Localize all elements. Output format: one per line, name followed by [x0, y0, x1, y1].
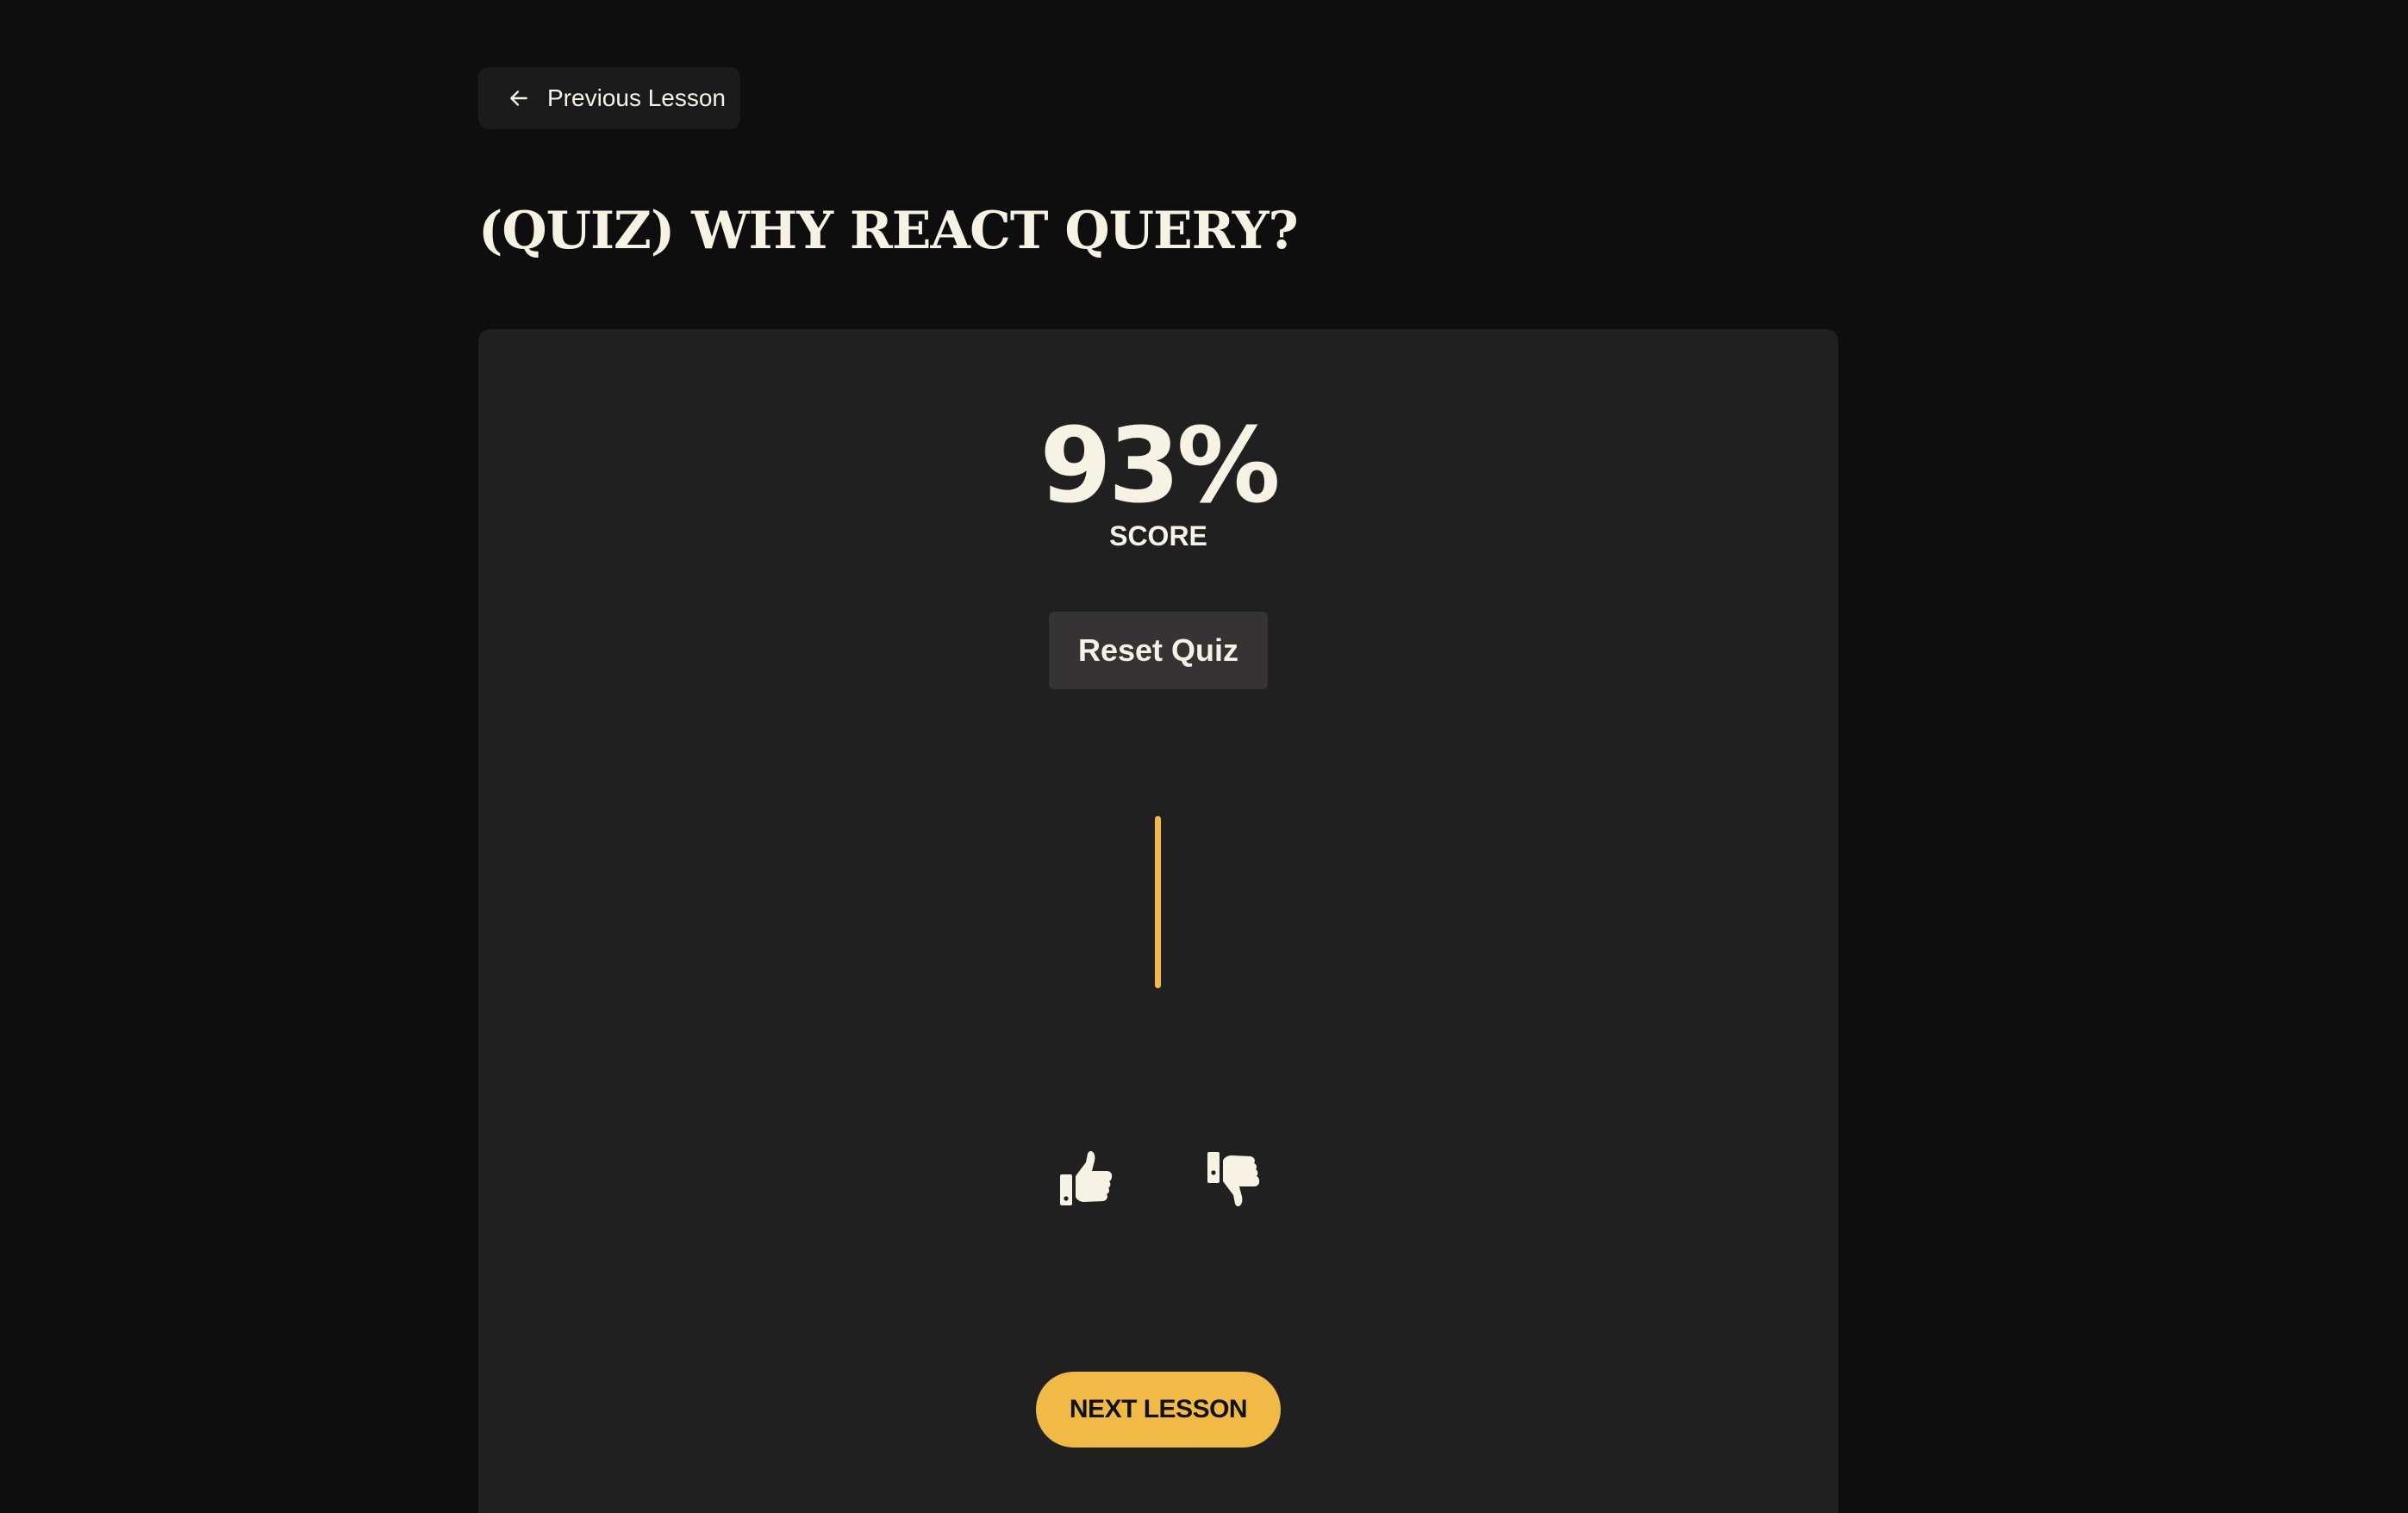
previous-lesson-button[interactable]: Previous Lesson — [478, 67, 740, 129]
thumbs-down-button[interactable] — [1202, 1149, 1264, 1211]
next-lesson-button[interactable]: NEXT LESSON — [1036, 1372, 1281, 1448]
vertical-divider — [1155, 816, 1161, 988]
previous-lesson-label: Previous Lesson — [547, 84, 727, 111]
arrow-left-icon — [508, 87, 530, 109]
reset-quiz-button[interactable]: Reset Quiz — [1049, 612, 1268, 689]
quiz-results-card: 93% SCORE Reset Quiz NEXT LESSON — [478, 329, 1838, 1513]
lesson-page: Previous Lesson (QUIZ) WHY REACT QUERY? … — [0, 0, 2408, 1513]
thumbs-up-button[interactable] — [1055, 1149, 1117, 1211]
score-label: SCORE — [1109, 520, 1207, 551]
page-title: (QUIZ) WHY REACT QUERY? — [478, 201, 1299, 261]
thumbs-down-icon — [1206, 1150, 1261, 1211]
thumbs-up-icon — [1058, 1150, 1114, 1211]
score-value: 93% — [1039, 407, 1280, 526]
